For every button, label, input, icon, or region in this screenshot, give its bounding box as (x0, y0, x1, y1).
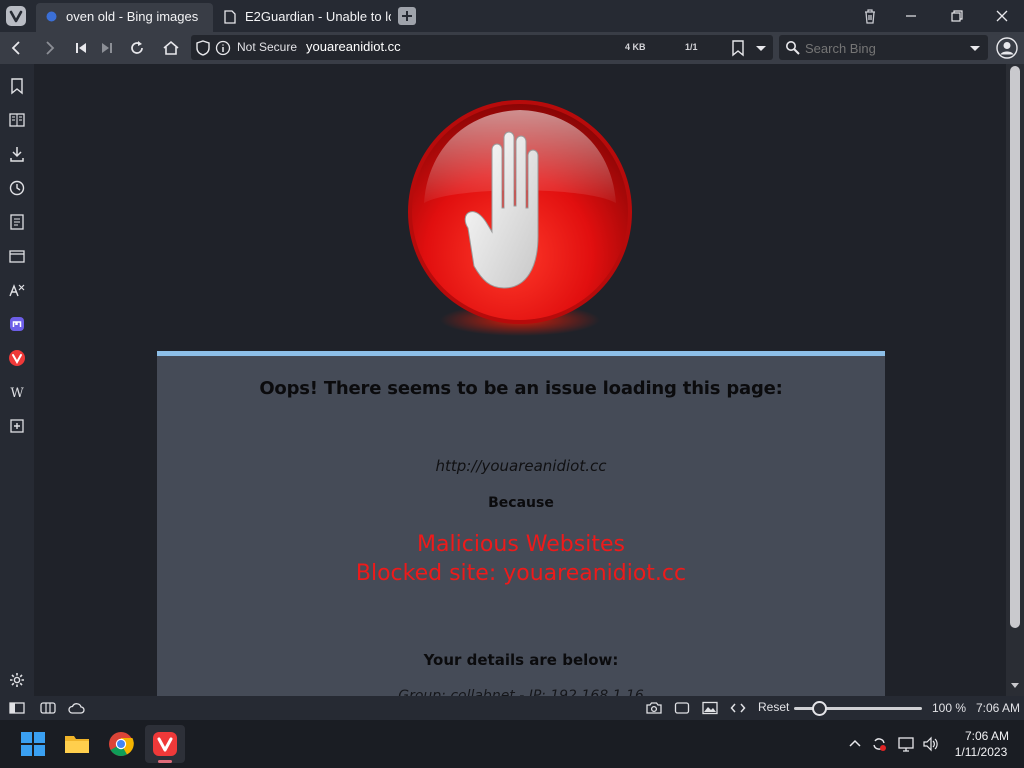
notes-icon[interactable] (8, 213, 26, 231)
mastodon-icon[interactable] (8, 315, 26, 333)
window-panel-icon[interactable] (8, 247, 26, 265)
bookmark-icon[interactable] (730, 39, 748, 57)
because-label: Because (488, 495, 554, 511)
back-button[interactable] (7, 39, 25, 57)
active-app-indicator (158, 760, 172, 763)
info-icon[interactable] (214, 39, 232, 57)
forward-button[interactable] (41, 39, 59, 57)
start-icon[interactable] (20, 731, 46, 757)
wikipedia-icon[interactable]: W (8, 383, 26, 401)
sync-cloud-icon[interactable] (67, 700, 85, 716)
page-index-label: 1/1 (685, 42, 698, 52)
show-hidden-icons-chevron-icon[interactable] (846, 735, 864, 753)
taskbar-time[interactable]: 7:06 AM (956, 729, 1018, 743)
vivaldi-menu-button[interactable] (6, 6, 26, 26)
chrome-icon[interactable] (108, 731, 134, 757)
bing-favicon-icon (45, 10, 58, 23)
images-toggle-icon[interactable] (702, 700, 718, 716)
svg-text:W: W (10, 386, 24, 401)
page-size-label: 4 KB (625, 42, 646, 52)
profile-avatar-icon[interactable] (996, 37, 1018, 59)
tab-bing-images[interactable]: oven old - Bing images (36, 3, 213, 32)
history-icon[interactable] (8, 179, 26, 197)
search-input[interactable] (805, 41, 955, 56)
home-button[interactable] (162, 39, 180, 57)
search-engine-chevron-icon[interactable] (967, 39, 985, 57)
close-window-button[interactable] (993, 7, 1011, 25)
file-explorer-icon[interactable] (64, 731, 90, 757)
reading-list-icon[interactable] (8, 111, 26, 129)
scrollbar-thumb[interactable] (1010, 66, 1020, 628)
fast-forward-button[interactable] (98, 39, 116, 57)
error-heading: Oops! There seems to be an issue loading… (259, 378, 783, 399)
tab-title: E2Guardian - Unable to load the page (245, 9, 391, 24)
rewind-button[interactable] (72, 39, 90, 57)
stop-hand-icon (406, 98, 634, 344)
downloads-icon[interactable] (8, 145, 26, 163)
details-heading: Your details are below: (423, 651, 619, 669)
status-clock[interactable]: 7:06 AM (976, 701, 1020, 715)
site-security-icon[interactable] (195, 39, 213, 57)
page-actions-icon[interactable] (730, 700, 746, 716)
side-panel: W (0, 64, 34, 696)
vivaldi-icon[interactable] (152, 731, 178, 757)
bookmarks-panel-icon[interactable] (8, 77, 26, 95)
restore-button[interactable] (948, 7, 966, 25)
not-secure-label[interactable]: Not Secure (237, 40, 297, 54)
add-web-panel-icon[interactable] (8, 417, 26, 435)
capture-camera-icon[interactable] (646, 700, 662, 716)
volume-icon[interactable] (922, 735, 940, 753)
details-group-ip: Group: collabnet - IP: 192.168.1.16 (398, 688, 644, 696)
blocked-url: http://youareanidiot.cc (435, 457, 607, 475)
block-reason-site: Blocked site: youareanidiot.cc (355, 561, 687, 586)
block-reason-category: Malicious Websites (417, 532, 625, 557)
tab-title: oven old - Bing images (66, 9, 199, 24)
page-favicon-icon (224, 10, 236, 24)
scroll-down-arrow-icon[interactable] (1010, 682, 1020, 690)
error-card: Oops! There seems to be an issue loading… (157, 351, 885, 696)
settings-gear-icon[interactable] (8, 671, 26, 689)
zoom-reset-button[interactable]: Reset (758, 700, 789, 714)
url-text[interactable]: youareanidiot.cc (306, 39, 401, 54)
trash-icon[interactable] (861, 7, 879, 25)
zoom-level[interactable]: 100 % (932, 701, 966, 715)
translate-icon[interactable] (8, 281, 26, 299)
vivaldi-social-icon[interactable] (8, 349, 26, 367)
network-icon[interactable] (897, 735, 915, 753)
minimize-button[interactable] (902, 7, 920, 25)
tab-tiling-icon[interactable] (40, 700, 56, 716)
toggle-panel-icon[interactable] (9, 700, 25, 716)
sync-status-icon[interactable] (870, 735, 888, 753)
zoom-slider-handle[interactable] (812, 701, 828, 716)
address-dropdown-chevron-icon[interactable] (753, 39, 771, 57)
taskbar-date[interactable]: 1/11/2023 (950, 745, 1012, 759)
search-icon (784, 39, 802, 57)
page-tiling-icon[interactable] (674, 700, 690, 716)
new-tab-button[interactable] (398, 7, 416, 25)
reload-button[interactable] (128, 39, 146, 57)
tab-e2guardian[interactable]: E2Guardian - Unable to load the page (215, 3, 391, 32)
web-page: Oops! There seems to be an issue loading… (34, 64, 1006, 696)
